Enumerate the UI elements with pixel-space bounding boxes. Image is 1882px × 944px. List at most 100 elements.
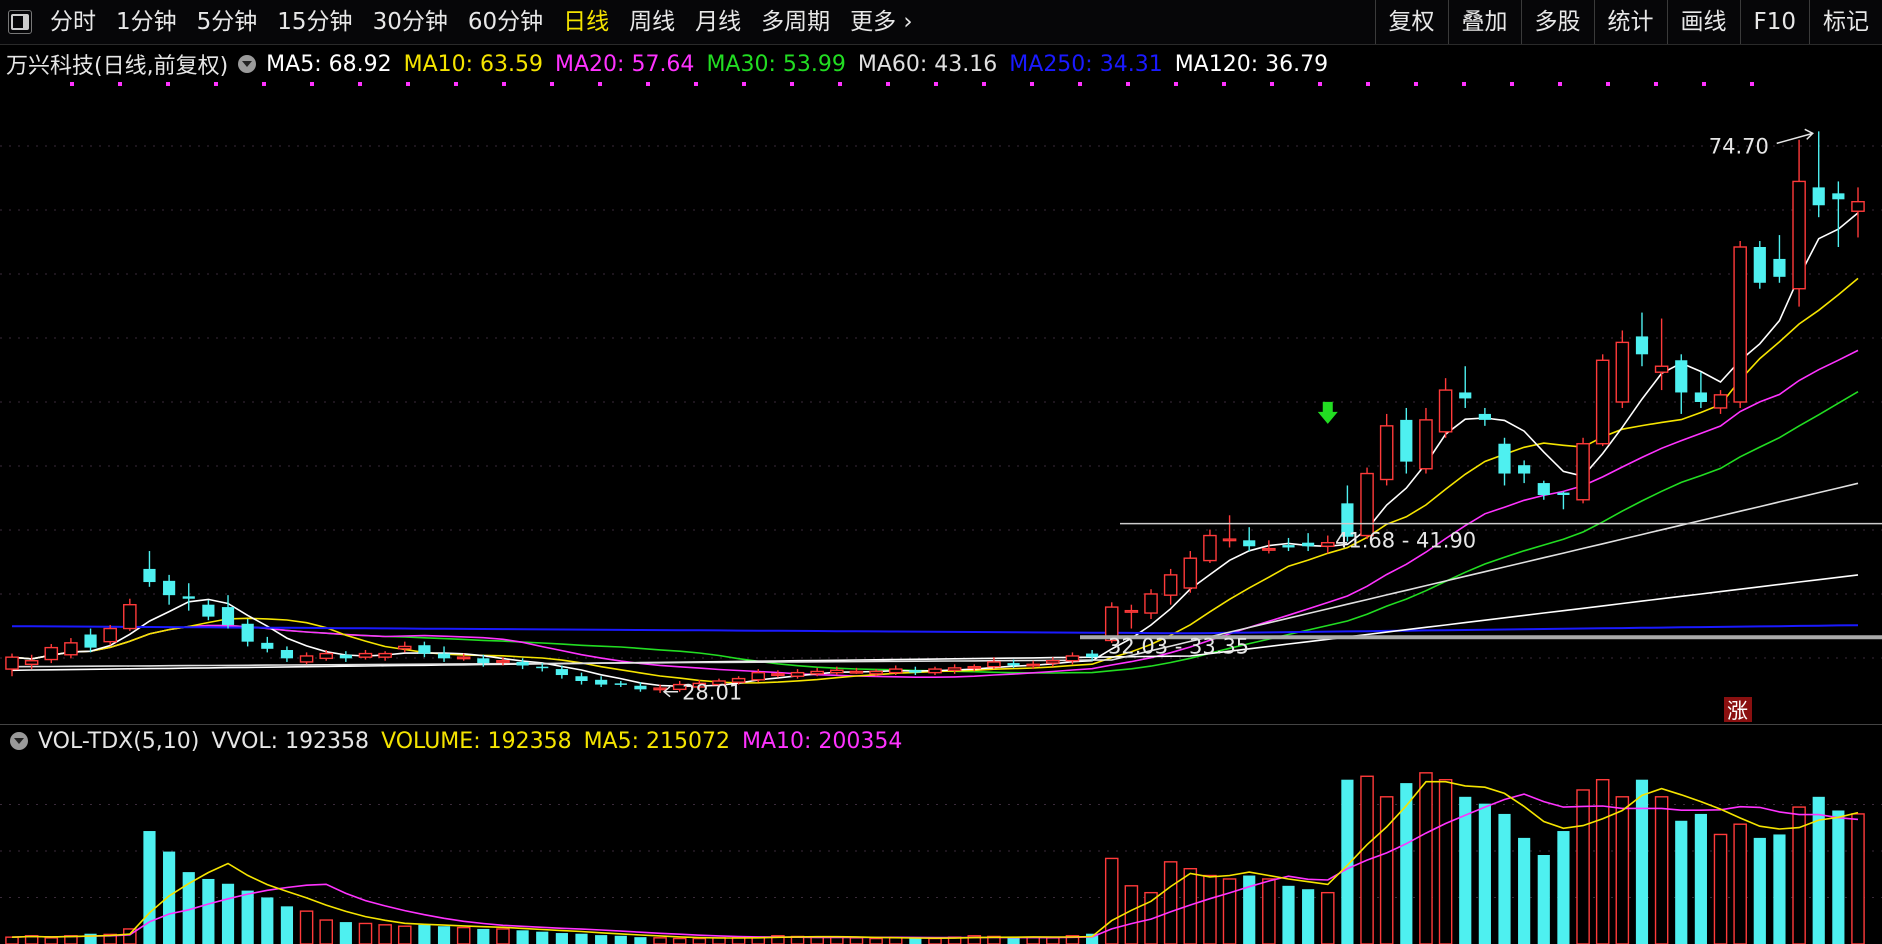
signal-dot [1078,82,1082,86]
tool-button-2[interactable]: 多股 [1520,0,1594,44]
signal-dot [502,82,506,86]
volume-bar-up [1124,885,1139,944]
volume-dropdown-icon[interactable] [10,732,28,750]
tool-button-1[interactable]: 叠加 [1447,0,1521,44]
tool-button-4[interactable]: 画线 [1666,0,1740,44]
pane-divider[interactable] [0,724,1882,725]
volume-bar-up [1851,813,1865,944]
candle-body-down [1498,443,1511,474]
candle-body-up [5,656,19,670]
candle-body-up [1379,425,1394,481]
volume-bar-up [5,936,19,944]
period-tab-6[interactable]: 日线 [553,0,619,44]
candle-body-up [1733,246,1747,403]
tool-button-3[interactable]: 统计 [1593,0,1667,44]
period-tab-0[interactable]: 分时 [40,0,106,44]
candle-body-up [358,652,373,658]
period-tab-5[interactable]: 60分钟 [458,0,553,44]
period-tab-8[interactable]: 月线 [685,0,751,44]
volume-bar-down [1302,889,1315,944]
volume-bar-down [241,890,254,944]
volume-bar-down [516,930,529,944]
period-tab-2[interactable]: 5分钟 [187,0,268,44]
volume-bar-down [909,938,922,944]
period-tab-7[interactable]: 周线 [619,0,685,44]
tool-buttons: 复权 叠加 多股 统计 画线 F10 标记 [1374,0,1882,44]
volume-bar-down [1753,837,1766,944]
signal-dot [742,82,746,86]
candle-body-up [456,656,471,660]
candle-body-up [299,655,314,663]
candle-body-up [103,627,117,643]
candle-body-up [771,673,785,677]
zhang-badge-label: 涨 [1727,699,1748,722]
period-tab-3[interactable]: 15分钟 [267,0,362,44]
candle-body-up [1065,655,1080,662]
candle-body-down [221,607,235,625]
tool-button-0[interactable]: 复权 [1374,0,1448,44]
candlestick-chart[interactable]: 41.68 - 41.90 32.03 - 33.35 74.70 28.01 涨 [0,82,1882,722]
candle-body-up [1163,574,1178,596]
volume-bar-down [280,906,294,944]
volume-bar-down [477,928,490,944]
volume-bar-down [1537,855,1550,944]
candle-body-up [1144,593,1158,614]
candle-body-up [1713,394,1728,409]
period-tab-1[interactable]: 1分钟 [106,0,187,44]
candle-body-up [1615,341,1630,403]
signal-dot [1702,82,1706,86]
candle-body-up [810,670,824,675]
candle-body-down [280,650,294,659]
range-label-upper: 41.68 - 41.90 [1335,529,1476,553]
signal-dot [1030,82,1034,86]
volume-bar-up [299,910,314,944]
vvol-value: VVOL: 192358 [211,728,370,754]
volume-bar-up [1320,891,1335,944]
toolbar: 分时 1分钟 5分钟 15分钟 30分钟 60分钟 日线 周线 月线 多周期 更多 › 复权 叠加 多股… [0,0,1882,45]
signal-dot [1318,82,1322,86]
candle-body-up [849,670,864,674]
volume-bar-up [1203,874,1217,944]
ma250-line [11,624,1859,635]
candle-body-down [1832,193,1845,200]
candle-body-down [1478,413,1491,420]
volume-chart[interactable] [0,758,1882,944]
ma-legend-list: MA5: 68.92 MA10: 63.59 MA20: 57.64 MA30: 53… [266,52,1340,77]
legend-dropdown-icon[interactable] [238,55,257,73]
signal-dot [406,82,410,86]
tool-button-5[interactable]: F10 [1739,0,1810,44]
window-toggle-button[interactable] [8,10,32,34]
volume-bar-down [555,933,568,944]
candle-body-down [1007,663,1020,666]
volume-bar-down [1832,810,1845,944]
volume-bar-down [595,935,608,944]
candle-body-up [1595,359,1610,445]
volume-bar-up [1733,823,1747,944]
candle-body-down [575,676,588,681]
signal-dot [310,82,314,86]
vol-ma5-value: MA5: 215072 [583,728,730,754]
signal-dot [790,82,794,86]
candle-body-up [947,667,962,671]
candle-body-down [1537,483,1550,495]
candle-body-up [1124,609,1139,613]
signal-dot [1606,82,1610,86]
candle-body-up [1419,419,1433,470]
volume-bar-up [1595,778,1610,944]
signal-down-arrow-icon [1317,401,1338,424]
signal-dot [694,82,698,86]
volume-value: VOLUME: 192358 [381,728,572,754]
signal-dot [1750,82,1754,86]
tool-button-6[interactable]: 标记 [1809,0,1882,44]
candle-body-up [1183,557,1198,589]
signal-dot [838,82,842,86]
volume-bar-down [1400,783,1413,944]
ma-legend-item: MA10: 63.59 [403,51,544,77]
period-tab-10[interactable]: 更多 › [840,0,923,44]
signal-dot [934,82,938,86]
volume-bar-down [221,883,235,944]
volume-bar-up [1615,796,1630,944]
period-tab-4[interactable]: 30分钟 [363,0,458,44]
candle-body-down [1459,392,1472,399]
period-tab-9[interactable]: 多周期 [751,0,840,44]
